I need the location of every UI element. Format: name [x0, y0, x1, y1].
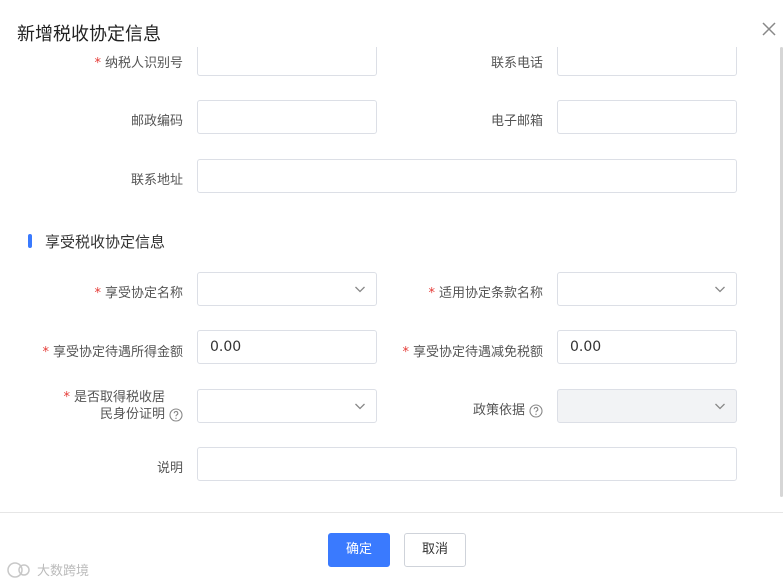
- chevron-down-icon: [715, 286, 725, 293]
- clause-label: * 适用协定条款名称: [428, 286, 543, 301]
- chevron-down-icon: [355, 286, 365, 293]
- required-mark: *: [42, 345, 49, 360]
- cancel-button[interactable]: 取消: [404, 533, 466, 567]
- confirm-button[interactable]: 确定: [328, 533, 390, 567]
- clause-select[interactable]: [557, 272, 737, 306]
- taxpayer-id-input[interactable]: [197, 47, 377, 76]
- close-icon[interactable]: [760, 20, 778, 38]
- residency-cert-label: * 是否取得税收居 民身份证明: [63, 389, 183, 423]
- income-input[interactable]: 0.00: [197, 330, 377, 364]
- agreement-name-label: * 享受协定名称: [94, 286, 183, 301]
- email-label: 电子邮箱: [490, 114, 543, 129]
- required-mark: *: [94, 56, 101, 71]
- chevron-down-icon: [355, 403, 365, 410]
- relief-input[interactable]: 0.00: [557, 330, 737, 364]
- required-mark: *: [402, 345, 409, 360]
- required-mark: *: [63, 390, 70, 405]
- dialog-body: * 纳税人识别号 联系电话 邮政编码 电子邮箱 联系地址 享受税收协定信息 * 享受…: [0, 47, 781, 512]
- chevron-down-icon: [715, 403, 725, 410]
- note-input[interactable]: [197, 447, 737, 481]
- phone-input[interactable]: [557, 47, 737, 76]
- required-mark: *: [428, 286, 435, 301]
- postcode-input[interactable]: [197, 100, 377, 134]
- phone-label: 联系电话: [490, 56, 543, 71]
- relief-label: * 享受协定待遇减免税额: [402, 345, 543, 360]
- section-title: 享受税收协定信息: [45, 232, 166, 251]
- required-mark: *: [94, 286, 101, 301]
- dialog-footer: 确定 取消: [0, 512, 783, 587]
- watermark-text: 大数跨境: [37, 564, 90, 579]
- dialog: 新增税收协定信息 * 纳税人识别号 联系电话 邮政编码 电子邮箱 联系地址 享受税…: [0, 0, 783, 586]
- help-circle-icon[interactable]: [169, 407, 183, 422]
- taxpayer-id-label: * 纳税人识别号: [94, 56, 183, 71]
- section-header: 享受税收协定信息: [28, 232, 166, 251]
- section-accent-bar: [28, 234, 32, 248]
- watermark: 大数跨境: [6, 560, 89, 579]
- email-input[interactable]: [557, 100, 737, 134]
- income-label: * 享受协定待遇所得金额: [42, 345, 183, 360]
- note-label: 说明: [156, 461, 183, 476]
- help-circle-icon[interactable]: [529, 403, 543, 418]
- residency-cert-select[interactable]: [197, 389, 377, 423]
- address-label: 联系地址: [130, 173, 183, 188]
- policy-basis-label: 政策依据: [473, 399, 543, 418]
- dialog-title: 新增税收协定信息: [17, 24, 161, 45]
- postcode-label: 邮政编码: [130, 114, 183, 129]
- address-input[interactable]: [197, 159, 737, 193]
- agreement-name-select[interactable]: [197, 272, 377, 306]
- watermark-logo-icon: [7, 561, 30, 578]
- policy-basis-select[interactable]: [557, 389, 737, 423]
